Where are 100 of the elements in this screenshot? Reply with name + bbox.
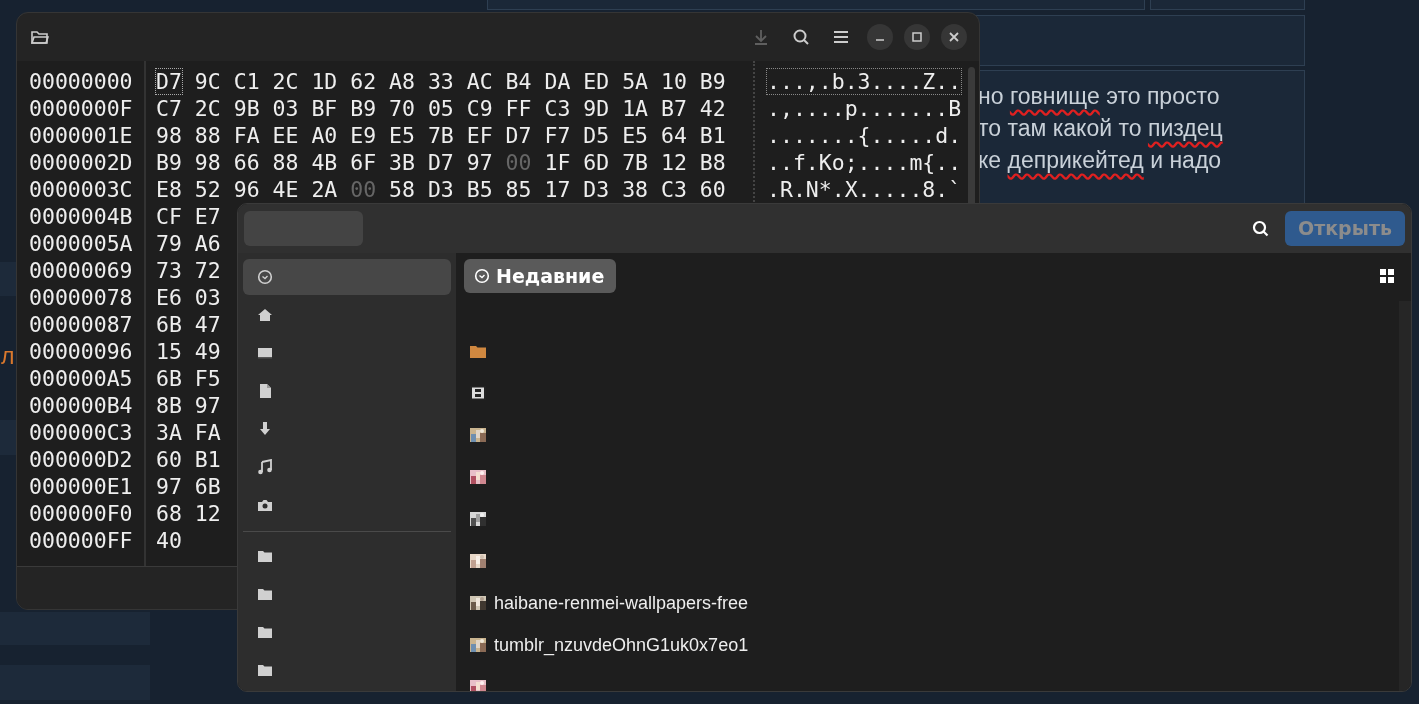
hex-byte[interactable]: C9 [466,96,493,121]
hex-byte[interactable]: 9B [233,96,260,121]
hex-byte[interactable]: 79 [156,231,182,256]
hex-byte[interactable]: 6F [350,150,377,175]
hex-byte[interactable]: 9D [583,96,610,121]
hex-byte[interactable]: DA [544,69,571,94]
hex-byte[interactable]: 6B [156,312,182,337]
hex-byte[interactable]: 97 [466,150,493,175]
hex-byte[interactable]: 47 [194,312,221,337]
hex-byte[interactable]: C7 [156,96,182,121]
hex-byte[interactable]: 33 [427,69,454,94]
hex-byte[interactable]: 60 [699,177,726,202]
hex-byte[interactable]: ED [583,69,610,94]
file-row[interactable]: tumblr_nzuvdeOhnG1uk0x7eo1 [464,624,1403,666]
hex-byte[interactable]: 03 [194,285,221,310]
hex-byte[interactable]: 1D [311,69,338,94]
hex-byte[interactable]: B9 [350,96,377,121]
file-row[interactable]: haibane-renmei-wallpapers-free [464,582,1403,624]
hex-byte[interactable]: D3 [427,177,454,202]
hex-byte[interactable]: 88 [194,123,221,148]
hex-byte[interactable]: AC [466,69,493,94]
hex-byte[interactable]: B9 [156,150,182,175]
hex-byte[interactable]: F7 [544,123,571,148]
hex-byte[interactable]: E6 [156,285,182,310]
hex-byte[interactable]: CF [156,204,182,229]
sidebar-item[interactable] [243,259,451,295]
hex-byte[interactable]: 6B [194,474,221,499]
hex-byte[interactable]: 52 [194,177,221,202]
hex-byte[interactable]: 6D [583,150,610,175]
open-folder-icon[interactable] [31,29,49,45]
hex-byte[interactable]: 1F [544,150,571,175]
hex-byte[interactable]: 4B [311,150,338,175]
hex-byte[interactable]: 40 [156,528,182,553]
hex-byte[interactable]: EE [272,123,299,148]
hex-byte[interactable]: A6 [194,231,221,256]
hex-byte[interactable]: B1 [699,123,726,148]
hex-byte[interactable]: 10 [660,69,687,94]
hex-byte[interactable]: 05 [427,96,454,121]
hex-byte[interactable]: FA [194,420,221,445]
hex-byte[interactable]: 12 [194,501,221,526]
hex-byte[interactable]: 49 [194,339,221,364]
hex-byte[interactable]: 88 [272,150,299,175]
hex-byte[interactable]: B5 [466,177,493,202]
hex-byte[interactable]: 97 [194,393,221,418]
hex-byte[interactable]: B4 [505,69,532,94]
hex-byte[interactable]: 9C [194,69,221,94]
hex-byte[interactable]: 03 [272,96,299,121]
location-button[interactable]: Недавние [464,259,617,293]
hex-byte[interactable]: 5A [622,69,648,94]
hex-byte[interactable]: E5 [622,123,648,148]
hex-byte[interactable]: 7B [427,123,454,148]
menu-icon[interactable] [832,28,850,46]
hex-byte[interactable]: 68 [156,501,182,526]
hex-byte[interactable]: D7 [505,123,532,148]
hex-byte[interactable]: C3 [544,96,571,121]
hex-byte[interactable]: D3 [583,177,610,202]
hex-byte[interactable]: D7 [427,150,454,175]
hex-byte[interactable]: 64 [660,123,687,148]
hex-byte[interactable]: FF [505,96,532,121]
hex-byte[interactable]: E9 [350,123,377,148]
hex-byte[interactable]: 85 [505,177,532,202]
hex-byte[interactable]: 73 [156,258,182,283]
hex-byte[interactable]: 72 [194,258,221,283]
hex-byte[interactable]: E7 [194,204,221,229]
hex-byte[interactable]: 4E [272,177,299,202]
hex-byte[interactable]: 2A [311,177,338,202]
hex-byte[interactable]: 2C [194,96,221,121]
hex-byte[interactable]: B9 [699,69,726,94]
search-icon[interactable] [1252,219,1270,238]
hex-byte[interactable]: 96 [233,177,260,202]
hex-byte[interactable]: 8B [156,393,182,418]
hex-byte[interactable]: 3B [389,150,415,175]
hex-byte[interactable]: F5 [194,366,221,391]
hex-byte[interactable]: 98 [194,150,221,175]
hex-byte[interactable]: C1 [233,69,260,94]
hex-byte[interactable]: 7B [622,150,648,175]
hex-byte[interactable]: 70 [389,96,415,121]
hex-byte[interactable]: EF [466,123,493,148]
hex-byte[interactable]: 2C [272,69,299,94]
hex-byte[interactable]: B8 [699,150,726,175]
hex-byte[interactable]: 58 [389,177,415,202]
hex-byte[interactable]: FA [233,123,260,148]
hex-byte[interactable]: 42 [699,96,726,121]
hex-byte[interactable]: C3 [660,177,687,202]
hex-byte[interactable]: 97 [156,474,182,499]
hex-byte[interactable]: 1A [622,96,648,121]
hex-byte[interactable]: 60 [156,447,182,472]
hex-byte[interactable]: 17 [544,177,571,202]
search-icon[interactable] [792,28,810,46]
hex-byte[interactable]: B7 [660,96,687,121]
hex-byte[interactable]: B1 [194,447,221,472]
hex-byte[interactable]: A0 [311,123,338,148]
hex-byte[interactable]: A8 [389,69,415,94]
grid-view-icon[interactable] [1379,268,1395,284]
hex-byte[interactable]: 15 [156,339,182,364]
hex-byte[interactable]: 98 [156,123,182,148]
hex-byte[interactable]: 12 [660,150,687,175]
hex-byte[interactable]: 66 [233,150,260,175]
hex-byte[interactable]: D5 [583,123,610,148]
hex-byte[interactable]: 3A [156,420,182,445]
